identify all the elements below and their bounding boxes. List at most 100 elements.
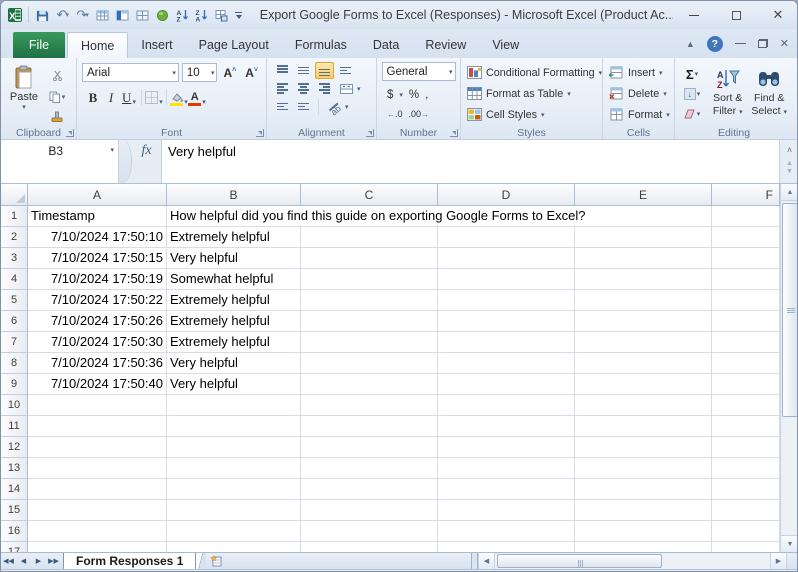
row-header-5[interactable]: 5 bbox=[1, 290, 28, 311]
name-box[interactable]: B3 ▾ bbox=[1, 140, 119, 183]
row-header-14[interactable]: 14 bbox=[1, 479, 28, 500]
cell-E4[interactable] bbox=[575, 269, 712, 290]
decrease-indent-button[interactable] bbox=[273, 98, 292, 115]
cell-F6[interactable] bbox=[712, 311, 780, 332]
insert-worksheet-button[interactable] bbox=[206, 553, 228, 569]
cell-E17[interactable] bbox=[575, 542, 712, 552]
last-sheet-button[interactable]: ▶▶ bbox=[46, 553, 61, 569]
undo-icon[interactable]: ↶▾ bbox=[53, 4, 73, 26]
dropdown-caret-icon[interactable]: ▾ bbox=[345, 103, 349, 111]
borders-button[interactable]: ▾ bbox=[145, 87, 163, 107]
cell-D10[interactable] bbox=[438, 395, 575, 416]
help-icon[interactable]: ? bbox=[707, 36, 723, 52]
previous-sheet-button[interactable]: ◀ bbox=[16, 553, 31, 569]
cell-E13[interactable] bbox=[575, 458, 712, 479]
cell-B15[interactable] bbox=[167, 500, 301, 521]
collapse-formula-bar-icon[interactable]: ˄ bbox=[787, 140, 792, 160]
cell-C13[interactable] bbox=[301, 458, 438, 479]
close-button[interactable]: ✕ bbox=[757, 1, 798, 29]
cell-C7[interactable] bbox=[301, 332, 438, 353]
cell-C16[interactable] bbox=[301, 521, 438, 542]
cell-E10[interactable] bbox=[575, 395, 712, 416]
row-header-7[interactable]: 7 bbox=[1, 332, 28, 353]
cell-E5[interactable] bbox=[575, 290, 712, 311]
row-header-3[interactable]: 3 bbox=[1, 248, 28, 269]
format-painter-button[interactable] bbox=[44, 108, 70, 126]
collapse-ribbon-icon[interactable]: ▲ bbox=[686, 39, 695, 49]
wrap-text-button[interactable] bbox=[336, 62, 355, 79]
cell-A12[interactable] bbox=[28, 437, 167, 458]
workbook-minimize-icon[interactable] bbox=[735, 43, 746, 44]
dropdown-caret-icon[interactable]: ▾ bbox=[202, 98, 206, 106]
dropdown-caret-icon[interactable]: ▾ bbox=[399, 91, 403, 99]
clipboard-dialog-launcher[interactable] bbox=[66, 129, 74, 137]
cell-styles-button[interactable]: Cell Styles ▾ bbox=[464, 105, 599, 124]
cell-C4[interactable] bbox=[301, 269, 438, 290]
font-dialog-launcher[interactable] bbox=[256, 129, 264, 137]
cell-E12[interactable] bbox=[575, 437, 712, 458]
cell-C2[interactable] bbox=[301, 227, 438, 248]
cell-F10[interactable] bbox=[712, 395, 780, 416]
hscroll-right-arrow[interactable]: ▶ bbox=[770, 553, 787, 569]
scroll-down-arrow[interactable]: ▼ bbox=[781, 535, 798, 552]
row-header-16[interactable]: 16 bbox=[1, 521, 28, 542]
row-header-17[interactable]: 17 bbox=[1, 542, 28, 552]
dropdown-caret-icon[interactable]: ▾ bbox=[172, 69, 176, 77]
bottom-align-button[interactable] bbox=[315, 62, 334, 79]
cell-E11[interactable] bbox=[575, 416, 712, 437]
cell-F12[interactable] bbox=[712, 437, 780, 458]
cell-A14[interactable] bbox=[28, 479, 167, 500]
vertical-scrollbar-thumb[interactable] bbox=[782, 203, 798, 417]
row-header-8[interactable]: 8 bbox=[1, 353, 28, 374]
tab-formulas[interactable]: Formulas bbox=[282, 32, 360, 58]
cell-D4[interactable] bbox=[438, 269, 575, 290]
dropdown-caret-icon[interactable]: ▾ bbox=[65, 11, 69, 19]
pivot-table-icon[interactable] bbox=[112, 4, 132, 26]
row-header-4[interactable]: 4 bbox=[1, 269, 28, 290]
cell-F13[interactable] bbox=[712, 458, 780, 479]
font-color-button[interactable]: A ▾ bbox=[188, 87, 206, 107]
row-header-15[interactable]: 15 bbox=[1, 500, 28, 521]
dropdown-caret-icon[interactable]: ▾ bbox=[110, 140, 118, 162]
next-sheet-button[interactable]: ▶ bbox=[31, 553, 46, 569]
orientation-button[interactable]: ab bbox=[324, 98, 343, 115]
alignment-dialog-launcher[interactable] bbox=[366, 129, 374, 137]
dropdown-caret-icon[interactable]: ▾ bbox=[449, 68, 453, 76]
tab-file[interactable]: File bbox=[13, 32, 65, 58]
cell-B16[interactable] bbox=[167, 521, 301, 542]
minimize-button[interactable] bbox=[673, 1, 715, 29]
tab-view[interactable]: View bbox=[479, 32, 532, 58]
cell-C15[interactable] bbox=[301, 500, 438, 521]
cell-D3[interactable] bbox=[438, 248, 575, 269]
workbook-icon[interactable] bbox=[212, 4, 232, 26]
column-header-C[interactable]: C bbox=[301, 184, 438, 206]
clear-button[interactable]: ▾ bbox=[678, 105, 706, 123]
column-header-E[interactable]: E bbox=[575, 184, 712, 206]
cell-D9[interactable] bbox=[438, 374, 575, 395]
insert-function-button[interactable]: fx bbox=[132, 140, 162, 183]
table-icon[interactable] bbox=[93, 4, 113, 26]
cell-F3[interactable] bbox=[712, 248, 780, 269]
autosum-button[interactable]: Σ▾ bbox=[678, 65, 706, 83]
fill-button[interactable]: ↓▾ bbox=[678, 85, 706, 103]
horizontal-scrollbar[interactable] bbox=[495, 553, 770, 569]
column-header-A[interactable]: A bbox=[28, 184, 167, 206]
cell-B7[interactable]: Extremely helpful bbox=[167, 332, 301, 353]
increase-indent-button[interactable] bbox=[294, 98, 313, 115]
row-header-2[interactable]: 2 bbox=[1, 227, 28, 248]
row-header-6[interactable]: 6 bbox=[1, 311, 28, 332]
cell-B1[interactable]: How helpful did you find this guide on e… bbox=[167, 206, 301, 227]
tab-review[interactable]: Review bbox=[412, 32, 479, 58]
cell-E6[interactable] bbox=[575, 311, 712, 332]
cell-D2[interactable] bbox=[438, 227, 575, 248]
cell-F1[interactable] bbox=[712, 206, 780, 227]
dropdown-caret-icon[interactable]: ▾ bbox=[85, 11, 89, 19]
cell-D6[interactable] bbox=[438, 311, 575, 332]
cut-button[interactable] bbox=[44, 67, 70, 85]
cell-A10[interactable] bbox=[28, 395, 167, 416]
cell-E9[interactable] bbox=[575, 374, 712, 395]
cell-B6[interactable]: Extremely helpful bbox=[167, 311, 301, 332]
underline-button[interactable]: U▾ bbox=[120, 87, 138, 107]
grid-icon[interactable] bbox=[132, 4, 152, 26]
cell-C9[interactable] bbox=[301, 374, 438, 395]
